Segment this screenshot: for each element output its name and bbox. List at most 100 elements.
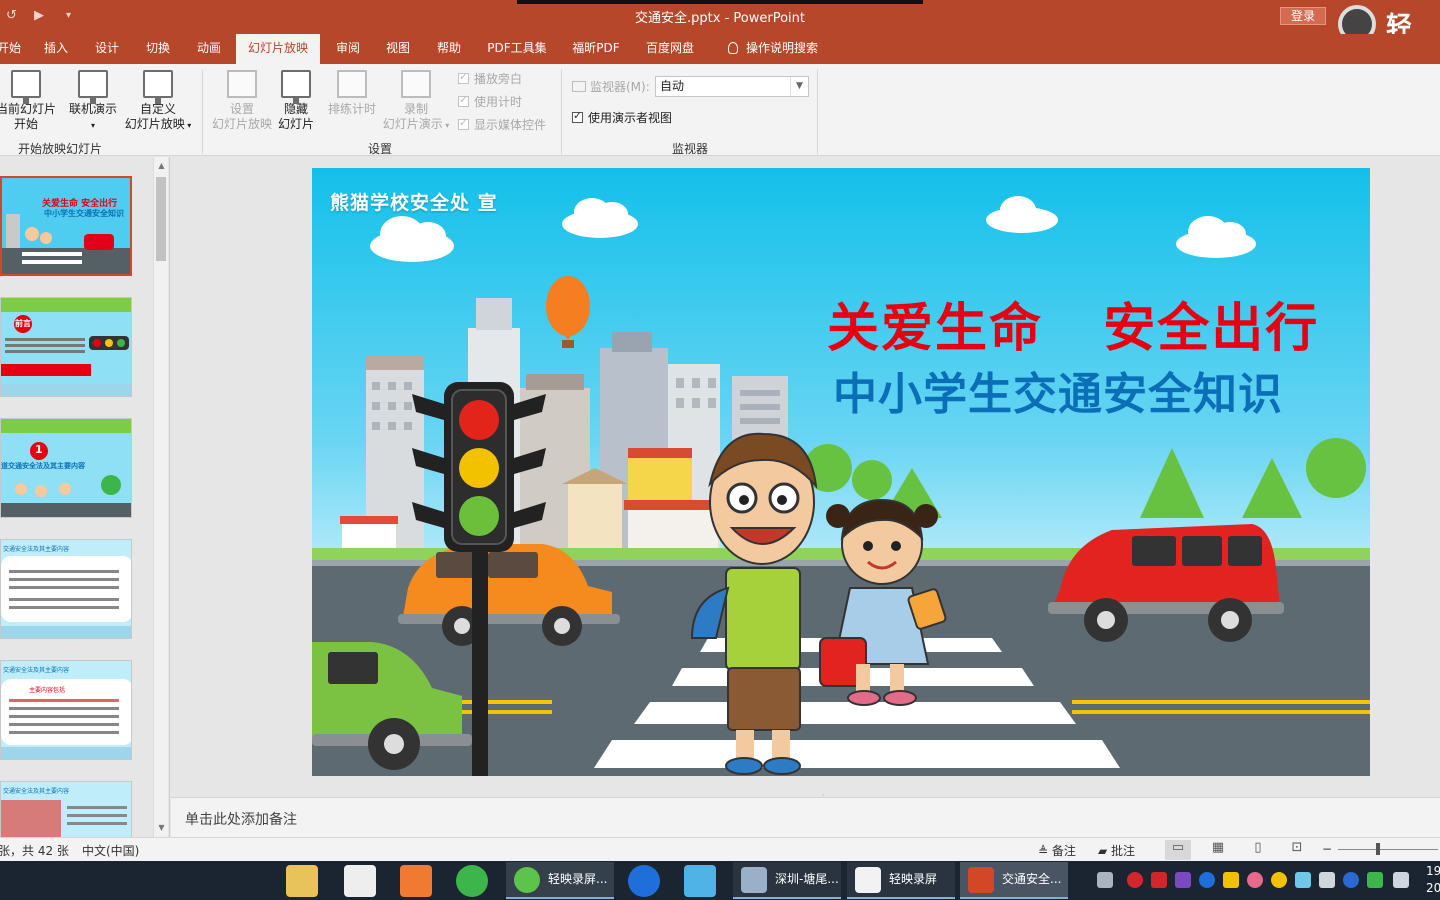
tab-design[interactable]: 设计	[89, 34, 125, 64]
slide-thumbnail-1[interactable]: 关爱生命 安全出行 中小学生交通安全知识	[0, 176, 132, 276]
display-tray-icon[interactable]	[1319, 872, 1335, 888]
volume-icon[interactable]	[1393, 872, 1409, 888]
from-current-slide-button[interactable]: 当前幻灯片 开始	[0, 70, 58, 132]
language-indicator[interactable]: 中文(中国)	[82, 842, 139, 859]
file-explorer-icon[interactable]	[286, 865, 318, 897]
slide-thumbnail-4[interactable]: 交通安全法及其主要内容	[0, 539, 132, 639]
powerpoint-window: ↺ ▶ ▾ 交通安全.pptx - PowerPoint 登录 轻映 开始 插入…	[0, 0, 1440, 900]
record-label-2: 幻灯片演示	[382, 117, 443, 131]
tell-me-label: 操作说明搜索	[745, 41, 818, 55]
hide-slide-button[interactable]: 隐藏 幻灯片	[274, 70, 318, 132]
pane-splitter[interactable]: ·	[822, 791, 830, 800]
comments-toggle[interactable]: ▰ 批注	[1098, 842, 1135, 859]
tell-me-search[interactable]: 操作说明搜索	[718, 34, 828, 64]
school-caption: 熊猫学校安全处 宣	[330, 192, 498, 214]
netease-tray-icon[interactable]	[1127, 872, 1143, 888]
tab-transitions[interactable]: 切换	[140, 34, 176, 64]
media-controls-checkbox[interactable]: 显示媒体控件	[458, 116, 546, 133]
feishu-icon[interactable]	[628, 865, 660, 897]
monitors-group-label: 监视器	[671, 142, 708, 156]
document-icon	[855, 867, 881, 893]
notes-toggle[interactable]: ≜ 备注	[1038, 842, 1076, 859]
notes-toggle-label: 备注	[1051, 844, 1076, 858]
tab-home[interactable]: 开始	[0, 34, 22, 64]
slide-thumbnail-3[interactable]: 1 道交通安全法及其主要内容	[0, 418, 132, 518]
current-slide[interactable]: 熊猫学校安全处 宣 关爱生命 安全出行 中小学生交通安全知识	[312, 168, 1370, 776]
custom-slideshow-button[interactable]: 自定义 幻灯片放映 ▾	[120, 70, 196, 133]
zoom-slider[interactable]	[1338, 849, 1438, 850]
present-online-icon	[78, 70, 108, 104]
system-clock[interactable]: 19 20	[1426, 863, 1440, 897]
wechat-icon[interactable]	[456, 865, 488, 897]
tab-foxit-pdf[interactable]: 福昕PDF	[568, 34, 624, 64]
scroll-down-icon[interactable]: ▼	[154, 823, 169, 832]
tab-view[interactable]: 视图	[380, 34, 416, 64]
tab-help[interactable]: 帮助	[431, 34, 467, 64]
thumbnail-scrollbar[interactable]: ▲ ▼	[153, 157, 168, 837]
taskbar-app-recorder[interactable]: 轻映录屏...	[506, 862, 614, 899]
ribbon-separator	[202, 70, 203, 154]
taskbar-app-recorder-file[interactable]: 轻映录屏	[847, 862, 955, 899]
setup-label-2: 幻灯片放映	[211, 117, 272, 131]
scroll-up-icon[interactable]: ▲	[154, 161, 169, 170]
present-online-button[interactable]: 联机演示 ▾	[66, 70, 120, 133]
title-bar: ↺ ▶ ▾ 交通安全.pptx - PowerPoint 登录 轻映	[0, 0, 1440, 79]
notes-pane[interactable]: 单击此处添加备注	[171, 797, 1440, 837]
thumbnail-subtitle: 中小学生交通安全知识	[44, 209, 124, 218]
login-button[interactable]: 登录	[1280, 7, 1326, 25]
tab-pdf-tools[interactable]: PDF工具集	[484, 34, 550, 64]
recorder-app-icon	[514, 867, 540, 893]
smile-tray-icon[interactable]	[1271, 872, 1287, 888]
monitor-label-text: 监视器(M):	[590, 80, 650, 94]
recorder-strip	[517, 0, 923, 4]
record-icon	[401, 70, 431, 98]
presenter-view-checkbox[interactable]: 使用演示者视图	[572, 109, 672, 126]
reading-view-icon[interactable]: ▯	[1245, 840, 1271, 860]
setup-slideshow-button[interactable]: 设置 幻灯片放映	[210, 70, 274, 132]
zoom-slider-thumb[interactable]	[1376, 843, 1380, 855]
slide-editing-area: 熊猫学校安全处 宣 关爱生命 安全出行 中小学生交通安全知识	[171, 157, 1440, 797]
start-group-label: 开始放映幻灯片	[17, 142, 102, 156]
slide-thumbnail-2[interactable]: 前言	[0, 297, 132, 397]
wps-tray-icon[interactable]	[1151, 872, 1167, 888]
normal-view-icon[interactable]: ▭	[1165, 840, 1191, 860]
slide-thumbnail-6[interactable]: 交通安全法及其主要内容	[0, 781, 132, 837]
pdf-reader-icon[interactable]	[400, 865, 432, 897]
media-controls-label: 显示媒体控件	[474, 118, 547, 132]
feishu-tray-icon[interactable]	[1199, 872, 1215, 888]
tab-insert[interactable]: 插入	[38, 34, 74, 64]
monitor-icon	[572, 81, 586, 92]
use-timings-label: 使用计时	[474, 95, 523, 109]
custom-slideshow-icon	[143, 70, 173, 104]
tab-slideshow[interactable]: 幻灯片放映	[236, 34, 320, 64]
keyboard-tray-icon[interactable]	[1097, 872, 1113, 888]
thumbnail-art	[1, 661, 131, 759]
play-narrations-checkbox[interactable]: 播放旁白	[458, 70, 522, 87]
ribbon: 当前幻灯片 开始 联机演示 ▾ 自定义 幻灯片放映 ▾ 开始放映幻灯片 设置 幻…	[0, 64, 1440, 156]
thumbnail-title: 交通安全法及其主要内容	[3, 667, 70, 674]
tab-review[interactable]: 审阅	[330, 34, 366, 64]
thumbnail-art	[1, 298, 131, 396]
flower-tray-icon[interactable]	[1247, 872, 1263, 888]
slideshow-view-icon[interactable]: ⊡	[1284, 840, 1310, 860]
taskbar-app-powerpoint[interactable]: 交通安全...	[960, 862, 1068, 899]
scrollbar-thumb[interactable]	[156, 177, 166, 261]
slide-thumbnail-5[interactable]: 交通安全法及其主要内容 主要内容包括	[0, 660, 132, 760]
monitor-select[interactable]: 自动 ▼	[655, 76, 809, 97]
slide-sorter-icon[interactable]: ▦	[1205, 840, 1231, 860]
tab-animations[interactable]: 动画	[191, 34, 227, 64]
shield-tray-icon[interactable]	[1367, 872, 1383, 888]
notepad-icon[interactable]	[344, 865, 376, 897]
powerpoint-icon	[968, 867, 994, 893]
lock-tray-icon[interactable]	[1223, 872, 1239, 888]
network-tray-icon[interactable]	[1295, 872, 1311, 888]
use-timings-checkbox[interactable]: 使用计时	[458, 93, 522, 110]
tab-baidu-netdisk[interactable]: 百度网盘	[641, 34, 699, 64]
purple-tray-icon[interactable]	[1175, 872, 1191, 888]
record-slideshow-button[interactable]: 录制 幻灯片演示 ▾	[380, 70, 452, 133]
video-player-icon[interactable]	[684, 865, 716, 897]
rehearse-timings-button[interactable]: 排练计时	[324, 70, 380, 117]
taskbar-app-remote[interactable]: 深圳-塘尾...	[733, 862, 841, 899]
zoom-out-button[interactable]: −	[1322, 842, 1332, 856]
browser-tray-icon[interactable]	[1343, 872, 1359, 888]
